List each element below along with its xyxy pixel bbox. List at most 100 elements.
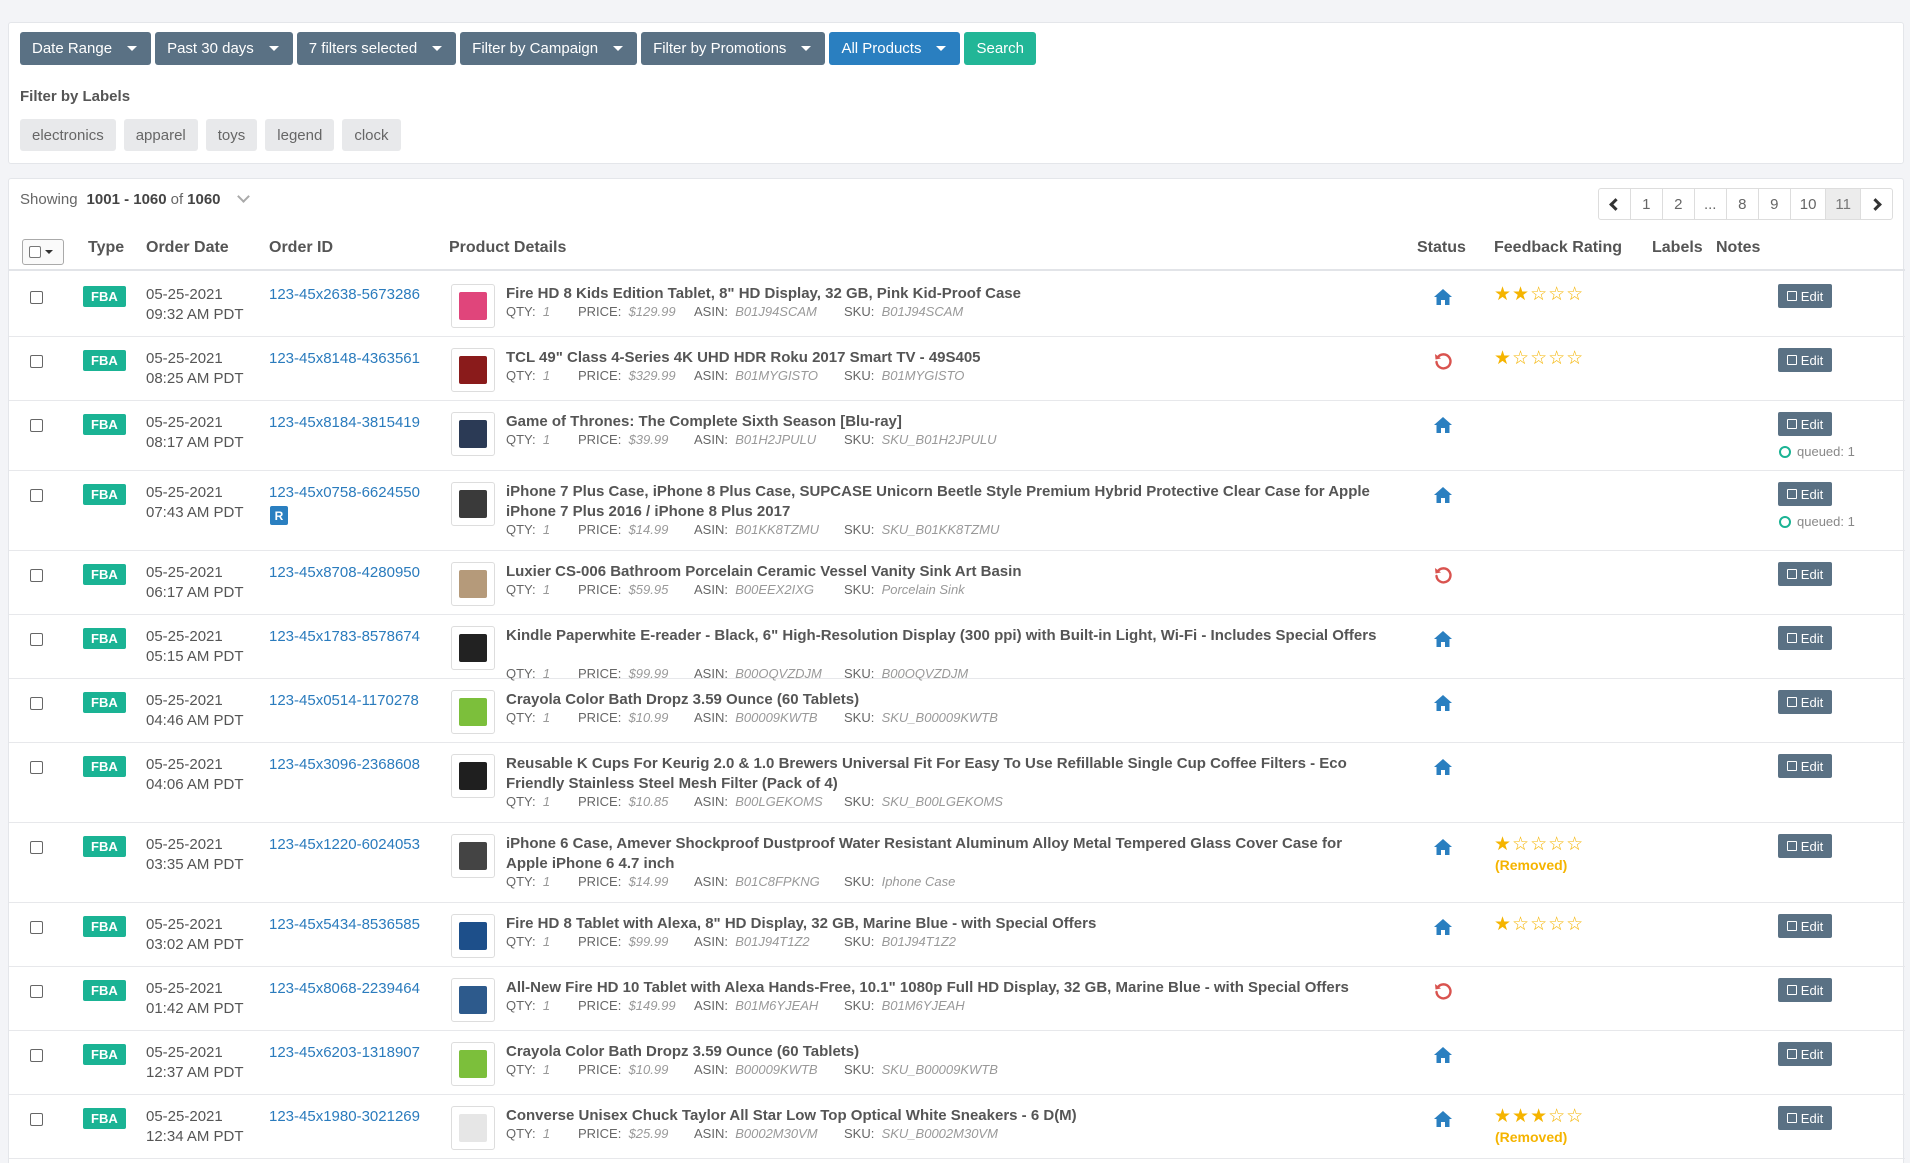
select-all-dropdown[interactable] [22,239,64,265]
product-thumbnail[interactable] [451,626,495,670]
row-checkbox[interactable] [30,841,43,854]
label-chip-clock[interactable]: clock [342,119,401,151]
product-thumbnail[interactable] [451,1106,495,1150]
header-product-details[interactable]: Product Details [449,239,566,257]
product-thumbnail[interactable] [451,1042,495,1086]
order-id-link[interactable]: 123-45x8148-4363561 [269,349,420,369]
edit-button[interactable]: Edit [1778,754,1832,778]
header-type[interactable]: Type [88,239,124,257]
order-id-link[interactable]: 123-45x5434-8536585 [269,915,420,935]
promotions-dropdown[interactable]: Filter by Promotions [641,32,826,65]
next-page-button[interactable] [1860,188,1893,220]
edit-button[interactable]: Edit [1778,1106,1832,1130]
order-id-link[interactable]: 123-45x2638-5673286 [269,285,420,305]
edit-button[interactable]: Edit [1778,834,1832,858]
row-checkbox[interactable] [30,1113,43,1126]
row-checkbox[interactable] [30,985,43,998]
edit-button[interactable]: Edit [1778,412,1832,436]
header-notes[interactable]: Notes [1716,239,1760,257]
order-id-link[interactable]: 123-45x1783-8578674 [269,627,420,647]
header-feedback-rating[interactable]: Feedback Rating [1494,239,1622,257]
price-label: PRICE: [578,934,622,949]
product-thumbnail[interactable] [451,754,495,798]
label-chip-electronics[interactable]: electronics [20,119,116,151]
product-thumbnail[interactable] [451,482,495,526]
qty-label: QTY: [506,794,536,809]
header-order-id[interactable]: Order ID [269,239,333,257]
page-button[interactable]: 10 [1789,188,1827,220]
header-order-date[interactable]: Order Date [146,239,229,257]
fulfillment-badge: FBA [83,916,126,937]
date-range-dropdown[interactable]: Date Range [20,32,152,65]
edit-icon [1786,761,1797,771]
order-id-link[interactable]: 123-45x8068-2239464 [269,979,420,999]
edit-button[interactable]: Edit [1778,690,1832,714]
page-button[interactable]: 1 [1629,188,1663,220]
row-checkbox[interactable] [30,761,43,774]
edit-icon [1786,355,1797,365]
label-chip-legend[interactable]: legend [265,119,335,151]
row-checkbox[interactable] [30,697,43,710]
label-chip-apparel[interactable]: apparel [123,119,198,151]
chevron-down-icon[interactable] [236,190,250,203]
edit-button[interactable]: Edit [1778,914,1832,938]
edit-button[interactable]: Edit [1778,626,1832,650]
order-date: 05-25-2021 08:25 AM PDT [146,349,244,389]
page-button[interactable]: 9 [1757,188,1791,220]
feedback-removed-label: (Removed) [1495,1129,1568,1145]
edit-button[interactable]: Edit [1778,1042,1832,1066]
caret-down-icon [613,46,624,51]
product-thumbnail[interactable] [451,412,495,456]
page-button[interactable]: 8 [1725,188,1759,220]
product-thumbnail[interactable] [451,834,495,878]
product-thumbnail[interactable] [451,562,495,606]
label-chip-toys[interactable]: toys [205,119,258,151]
qty-value: 1 [542,368,551,383]
row-checkbox[interactable] [30,569,43,582]
edit-label: Edit [1800,982,1824,998]
row-checkbox[interactable] [30,1049,43,1062]
table-row: FBA 05-25-2021 06:17 AM PDT 123-45x8708-428… [9,551,1905,615]
row-checkbox[interactable] [30,633,43,646]
header-labels[interactable]: Labels [1652,239,1703,257]
order-id-link[interactable]: 123-45x6203-1318907 [269,1043,420,1063]
row-checkbox[interactable] [30,291,43,304]
asin-value: B0002M30VM [735,1126,818,1141]
period-dropdown[interactable]: Past 30 days [155,32,293,65]
edit-button[interactable]: Edit [1778,348,1832,372]
campaign-dropdown[interactable]: Filter by Campaign [460,32,638,65]
row-checkbox[interactable] [30,489,43,502]
edit-button[interactable]: Edit [1778,978,1832,1002]
product-thumbnail[interactable] [451,914,495,958]
order-id-link[interactable]: 123-45x0514-1170278 [269,691,419,711]
product-thumbnail[interactable] [451,978,495,1022]
product-thumbnail[interactable] [451,284,495,328]
edit-icon [1786,489,1797,499]
order-id-link[interactable]: 123-45x1980-3021269 [269,1107,420,1127]
order-id-link[interactable]: 123-45x0758-6624550 [269,483,420,503]
order-id-link[interactable]: 123-45x8708-4280950 [269,563,420,583]
row-checkbox[interactable] [30,419,43,432]
dropdown-label: Past 30 days [167,40,254,57]
edit-button[interactable]: Edit [1778,482,1832,506]
search-button[interactable]: Search [964,32,1037,65]
product-thumbnail[interactable] [451,690,495,734]
row-checkbox[interactable] [30,355,43,368]
page-button[interactable]: 2 [1661,188,1695,220]
product-thumbnail[interactable] [451,348,495,392]
order-id-link[interactable]: 123-45x3096-2368608 [269,755,420,775]
edit-button[interactable]: Edit [1778,562,1832,586]
prev-page-button[interactable] [1597,188,1631,220]
order-id-link[interactable]: 123-45x1220-6024053 [269,835,420,855]
product-meta: QTY: 1 PRICE: $25.99 ASIN: B0002M30VM SKU: … [506,1126,998,1141]
header-status[interactable]: Status [1417,239,1466,257]
products-dropdown[interactable]: All Products [829,32,961,65]
product-title: Kindle Paperwhite E-reader - Black, 6" H… [506,627,1377,644]
row-checkbox[interactable] [30,921,43,934]
price-label: PRICE: [578,794,622,809]
order-id-link[interactable]: 123-45x8184-3815419 [269,413,420,433]
page-ellipsis[interactable]: ... [1693,188,1727,220]
edit-button[interactable]: Edit [1778,284,1832,308]
filters-dropdown[interactable]: 7 filters selected [296,32,457,65]
page-button-active[interactable]: 11 [1825,188,1861,220]
